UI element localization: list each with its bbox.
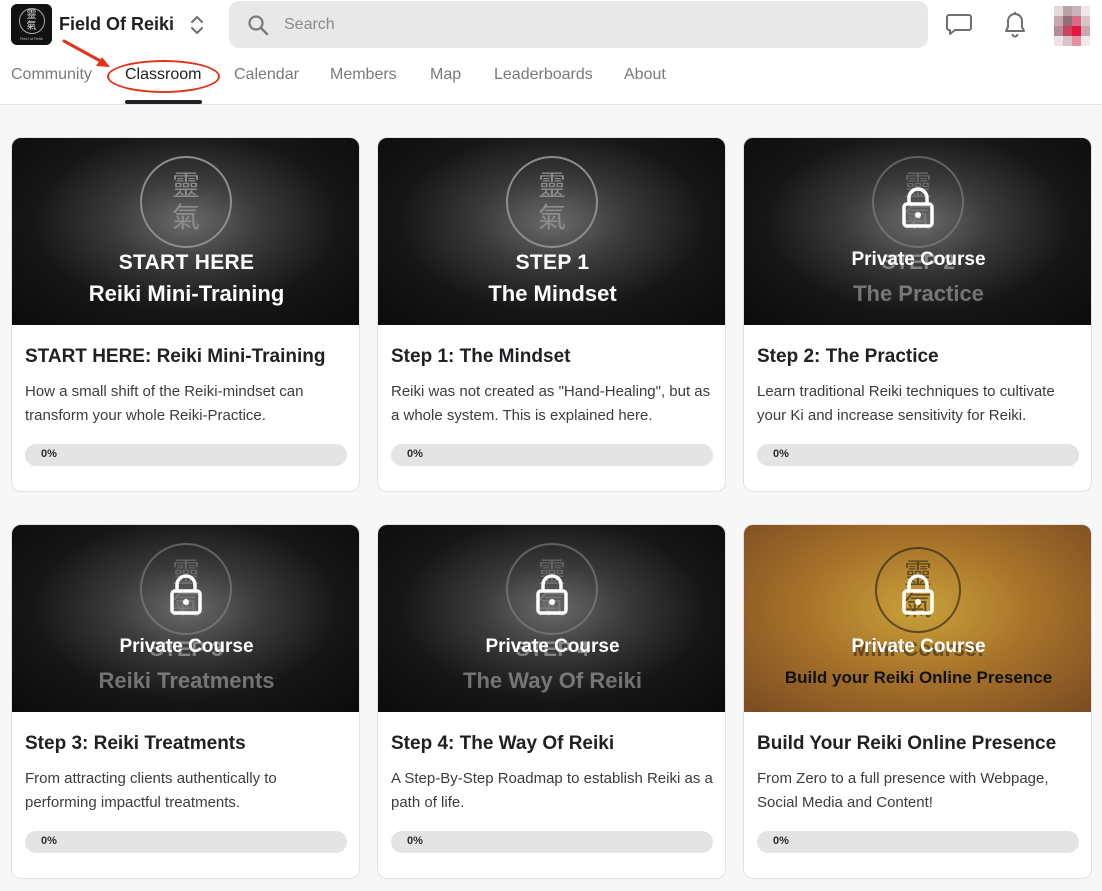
thumbnail-heading: STEP 1: [515, 251, 590, 274]
thumbnail-subheading: Build your Reiki Online Presence: [784, 668, 1053, 687]
private-course-label: Private Course: [851, 636, 986, 657]
course-card[interactable]: 靈氣STEP 3Reiki TreatmentsPrivate CourseSt…: [11, 524, 360, 879]
course-thumbnail[interactable]: 靈氣 STEP 1 The Mindset: [378, 138, 725, 325]
course-description: From Zero to a full presence with Webpag…: [757, 770, 1049, 811]
progress-text: 0%: [407, 835, 423, 847]
course-progress-bar: 0%: [25, 444, 347, 466]
course-description: From attracting clients authentically to…: [25, 770, 277, 811]
annotation-arrow-icon: [62, 39, 110, 67]
course-description: A Step-By-Step Roadmap to establish Reik…: [391, 770, 713, 811]
lock-icon: [535, 573, 569, 615]
community-logo[interactable]: 靈氣 Field of Reiki: [11, 4, 52, 45]
lock-icon: [901, 186, 935, 228]
course-title[interactable]: START HERE: Reiki Mini-Training: [25, 346, 326, 368]
lock-icon: [901, 573, 935, 615]
course-thumbnail[interactable]: 靈氣 START HERE Reiki Mini-Training: [12, 138, 359, 325]
active-tab-indicator: [125, 100, 202, 104]
search-bar[interactable]: [229, 1, 928, 48]
thumbnail-heading: START HERE: [118, 251, 255, 274]
progress-text: 0%: [407, 448, 423, 460]
user-avatar[interactable]: [1054, 6, 1090, 46]
private-course-label: Private Course: [119, 636, 254, 657]
course-title[interactable]: Step 2: The Practice: [757, 346, 939, 368]
logo-caption: Field of Reiki: [19, 36, 44, 41]
lock-icon: [169, 573, 203, 615]
course-card[interactable]: 靈氣 Mini-Course: Build your Reiki Online Pr…: [743, 524, 1092, 879]
thumbnail-subheading: Reiki Mini-Training: [88, 281, 285, 306]
course-progress-bar: 0%: [757, 831, 1079, 853]
course-title[interactable]: Step 1: The Mindset: [391, 346, 570, 368]
course-description: Learn traditional Reiki techniques to cu…: [757, 383, 1055, 424]
course-progress-bar: 0%: [391, 444, 713, 466]
course-progress-bar: 0%: [757, 444, 1079, 466]
thumbnail-subheading: The Way Of Reiki: [463, 668, 642, 693]
tab-map[interactable]: Map: [430, 66, 461, 84]
reiki-seal-icon: 靈氣: [506, 156, 598, 248]
course-progress-bar: 0%: [25, 831, 347, 853]
progress-text: 0%: [773, 448, 789, 460]
course-thumbnail[interactable]: 靈氣 Mini-Course: Build your Reiki Online Pr…: [744, 525, 1091, 712]
thumbnail-subheading: The Mindset: [488, 281, 617, 306]
course-description: How a small shift of the Reiki-mindset c…: [25, 383, 304, 424]
course-title[interactable]: Build Your Reiki Online Presence: [757, 733, 1056, 755]
progress-text: 0%: [41, 835, 57, 847]
course-card[interactable]: 靈氣STEP 2The PracticePrivate CourseStep 2…: [743, 137, 1092, 492]
thumbnail-subheading: The Practice: [853, 281, 984, 306]
tab-members[interactable]: Members: [330, 66, 397, 84]
private-course-label: Private Course: [851, 249, 986, 270]
reiki-seal-icon: 靈氣: [140, 156, 232, 248]
course-thumbnail[interactable]: 靈氣STEP 2The PracticePrivate Course: [744, 138, 1091, 325]
course-title[interactable]: Step 3: Reiki Treatments: [25, 733, 246, 755]
progress-text: 0%: [41, 448, 57, 460]
course-card[interactable]: 靈氣 STEP 1 The Mindset Step 1: The Mindset Re…: [377, 137, 726, 492]
chat-icon[interactable]: [945, 13, 973, 37]
thumbnail-subheading: Reiki Treatments: [98, 668, 275, 693]
annotation-ellipse: [107, 60, 220, 93]
course-card[interactable]: 靈氣STEP 4The Way Of ReikiPrivate CourseSt…: [377, 524, 726, 879]
community-name[interactable]: Field Of Reiki: [59, 14, 174, 35]
search-input[interactable]: [284, 1, 884, 48]
course-thumbnail[interactable]: 靈氣STEP 3Reiki TreatmentsPrivate Course: [12, 525, 359, 712]
community-switcher-icon[interactable]: [186, 11, 208, 39]
search-icon: [248, 15, 269, 36]
logo-seal: 靈氣: [18, 8, 45, 34]
tab-leaderboards[interactable]: Leaderboards: [494, 66, 593, 84]
course-title[interactable]: Step 4: The Way Of Reiki: [391, 733, 614, 755]
tab-about[interactable]: About: [624, 66, 666, 84]
course-description: Reiki was not created as "Hand-Healing",…: [391, 383, 711, 424]
course-card[interactable]: 靈氣 START HERE Reiki Mini-Training START HER…: [11, 137, 360, 492]
bell-icon[interactable]: [1003, 11, 1027, 39]
progress-text: 0%: [773, 835, 789, 847]
course-thumbnail[interactable]: 靈氣STEP 4The Way Of ReikiPrivate Course: [378, 525, 725, 712]
private-course-label: Private Course: [485, 636, 620, 657]
tab-calendar[interactable]: Calendar: [234, 66, 299, 84]
course-progress-bar: 0%: [391, 831, 713, 853]
